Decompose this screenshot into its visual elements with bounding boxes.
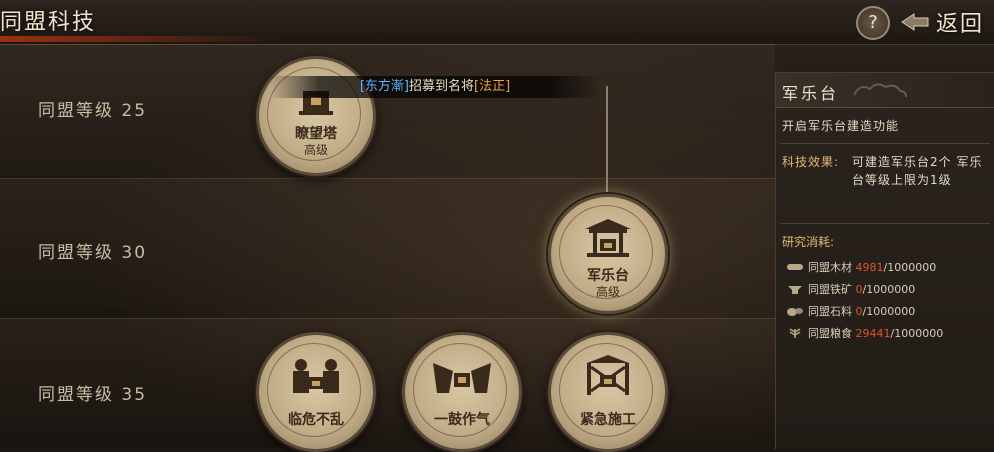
level-label-35: 同盟等级 35 — [38, 385, 148, 405]
stone-icon — [787, 308, 803, 316]
tech-detail-panel: 军乐台 开启军乐台建造功能 科技效果: 可建造军乐台2个 军乐台等级上限为1级 … — [775, 72, 994, 449]
divider — [780, 223, 990, 224]
level-label-30: 同盟等级 30 — [38, 243, 148, 263]
tech-connector-line — [606, 86, 608, 196]
pavilion-icon — [585, 219, 631, 257]
cost-total: /1000000 — [890, 327, 944, 340]
cost-name: 同盟铁矿 — [808, 283, 852, 296]
cost-total: /1000000 — [862, 305, 916, 318]
node-name: 瞭望塔 — [295, 126, 337, 142]
broadcast-text: 招募到名将 — [408, 79, 474, 94]
cost-current: 4981 — [855, 261, 884, 274]
node-name: 军乐台 — [587, 268, 629, 284]
tech-node-watchtower[interactable]: 瞭望塔 高级 — [256, 56, 376, 176]
back-button[interactable]: 返回 — [900, 4, 994, 38]
cost-name: 同盟粮食 — [808, 327, 852, 340]
cost-name: 同盟石料 — [808, 305, 852, 318]
cloud-ornament-icon — [853, 83, 907, 98]
broadcast-player: [东方漸] — [359, 79, 409, 94]
title-bar: 同盟科技 ? 返回 — [0, 0, 994, 45]
back-arrow-icon — [901, 13, 929, 31]
cost-total: /1000000 — [883, 261, 937, 274]
broadcast-message: [东方漸]招募到名将[法正] — [270, 76, 600, 98]
effect-text: 可建造军乐台2个 军乐台等级上限为1级 — [852, 155, 983, 187]
cost-name: 同盟木材 — [808, 261, 852, 274]
cost-current: 0 — [855, 283, 863, 296]
soldiers-icon — [293, 359, 339, 393]
node-name: 一鼓作气 — [434, 412, 490, 428]
cost-label: 研究消耗: — [782, 235, 835, 249]
tech-node-calm-in-danger[interactable]: 临危不乱 — [256, 332, 376, 452]
cost-current: 29441 — [855, 327, 891, 340]
panel-header: 军乐台 — [776, 73, 994, 108]
node-name: 临危不乱 — [288, 412, 344, 428]
cost-total: /1000000 — [862, 283, 916, 296]
wood-icon — [787, 264, 803, 270]
tech-node-military-band-stage[interactable]: 军乐台 高级 — [548, 194, 668, 314]
node-tag: 高级 — [595, 285, 620, 299]
panel-description: 开启军乐台建造功能 — [782, 119, 900, 133]
title-glow — [0, 36, 280, 42]
node-tag: 高级 — [303, 143, 328, 157]
node-name: 紧急施工 — [580, 412, 636, 428]
warriors-charging-icon — [433, 363, 491, 393]
broadcast-general: [法正] — [474, 79, 511, 94]
cost-current: 0 — [855, 305, 863, 318]
scaffold-icon — [587, 355, 629, 395]
divider — [780, 143, 990, 144]
effect-label: 科技效果: — [782, 155, 840, 169]
level-label-25: 同盟等级 25 — [38, 101, 148, 121]
help-button[interactable]: ? — [856, 6, 890, 40]
grain-icon — [789, 328, 801, 338]
back-label: 返回 — [936, 12, 985, 37]
panel-title: 军乐台 — [782, 84, 840, 103]
tech-node-emergency-construction[interactable]: 紧急施工 — [548, 332, 668, 452]
tech-node-one-drum-surge[interactable]: 一鼓作气 — [402, 332, 522, 452]
iron-icon — [788, 286, 802, 294]
page-title: 同盟科技 — [0, 10, 97, 35]
